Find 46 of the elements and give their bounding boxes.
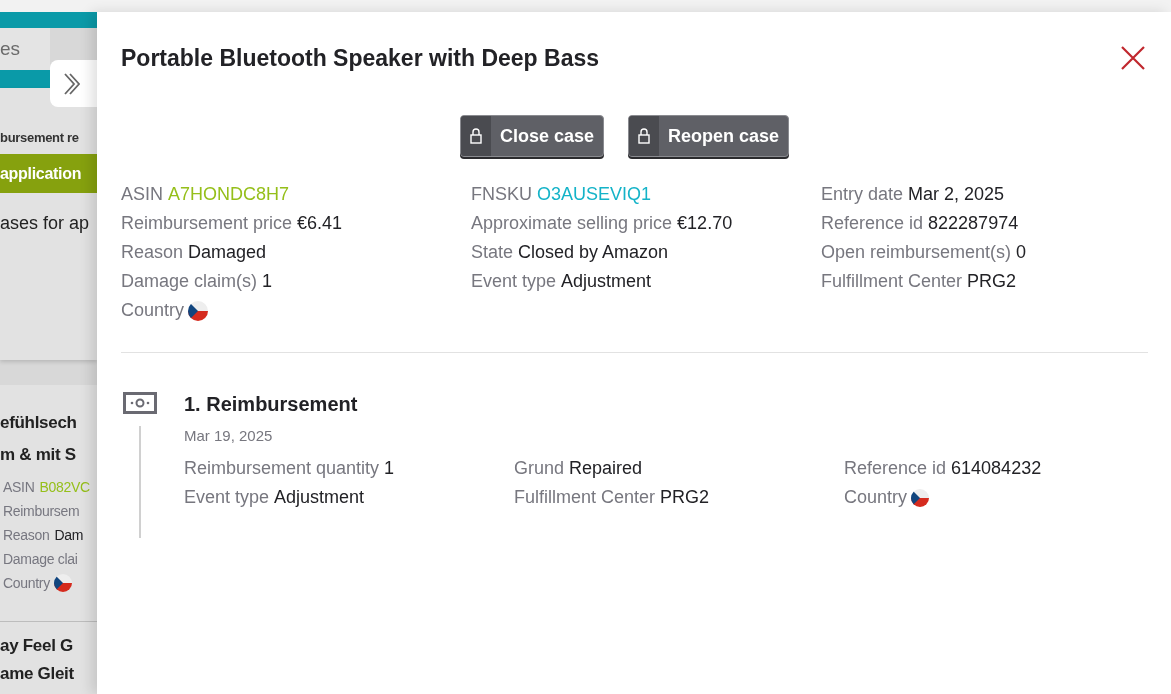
case-button[interactable]: Reopen case (628, 115, 790, 157)
collapse-tab[interactable] (50, 60, 97, 107)
search-field[interactable]: es (0, 28, 50, 70)
lock-icon (469, 128, 482, 144)
field-label: Open reimbursement(s) 0 (821, 241, 1028, 264)
czech-flag-icon (53, 574, 72, 592)
field-label: ASIN A7HONDC8H7 (121, 183, 291, 206)
close-icon (1121, 46, 1145, 70)
field-label: Reference id 822287974 (821, 212, 1020, 235)
field-label: Fulfillment Center PRG2 (514, 486, 711, 509)
field-label: Damage clai (3, 550, 78, 569)
field-label: ASIN B082VC (3, 478, 90, 497)
close-button[interactable] (1120, 45, 1146, 71)
field-label: Country (121, 296, 471, 325)
field-label: Fulfillment Center PRG2 (821, 270, 1018, 293)
product-title: m & mit S (0, 444, 76, 466)
card-text: ases for ap (0, 212, 91, 235)
chevron-right-icon (62, 71, 80, 96)
event-title: 1. Reimbursement (184, 392, 359, 417)
field-label: Entry date Mar 2, 2025 (821, 183, 1006, 206)
field-label: Reimbursement quantity 1 (184, 457, 396, 480)
field-label: Event type Adjustment (471, 270, 653, 293)
banknote-icon (123, 392, 157, 414)
field-label: Reimbursement price €6.41 (121, 212, 344, 235)
field-label: FNSKU O3AUSEVIQ1 (471, 183, 653, 206)
product-title: ay Feel G (0, 635, 73, 657)
field-label: Approximate selling price €12.70 (471, 212, 734, 235)
field-label: Damage claim(s) 1 (121, 270, 274, 293)
case-button[interactable]: Close case (459, 115, 604, 157)
field-label: State Closed by Amazon (471, 241, 670, 264)
drawer-title: Portable Bluetooth Speaker with Deep Bass (121, 43, 599, 73)
field-label: Reimbursem (3, 502, 80, 521)
field-label: Reference id 614084232 (844, 457, 1043, 480)
product-title: ame Gleit (0, 663, 74, 685)
field-label: Grund Repaired (514, 457, 644, 480)
field-label: Country (3, 571, 72, 595)
lock-icon (638, 128, 650, 144)
field-label: Event type Adjustment (184, 486, 366, 509)
field-label: Reason Dam (3, 526, 84, 545)
field-label: Country (844, 483, 1144, 512)
czech-flag-icon (911, 488, 930, 507)
product-title: efühlsech (0, 412, 77, 434)
event-date: Mar 19, 2025 (184, 426, 274, 446)
card-heading: bursement re (0, 129, 79, 147)
field-label: Reason Damaged (121, 241, 268, 264)
czech-flag-icon (188, 300, 209, 321)
